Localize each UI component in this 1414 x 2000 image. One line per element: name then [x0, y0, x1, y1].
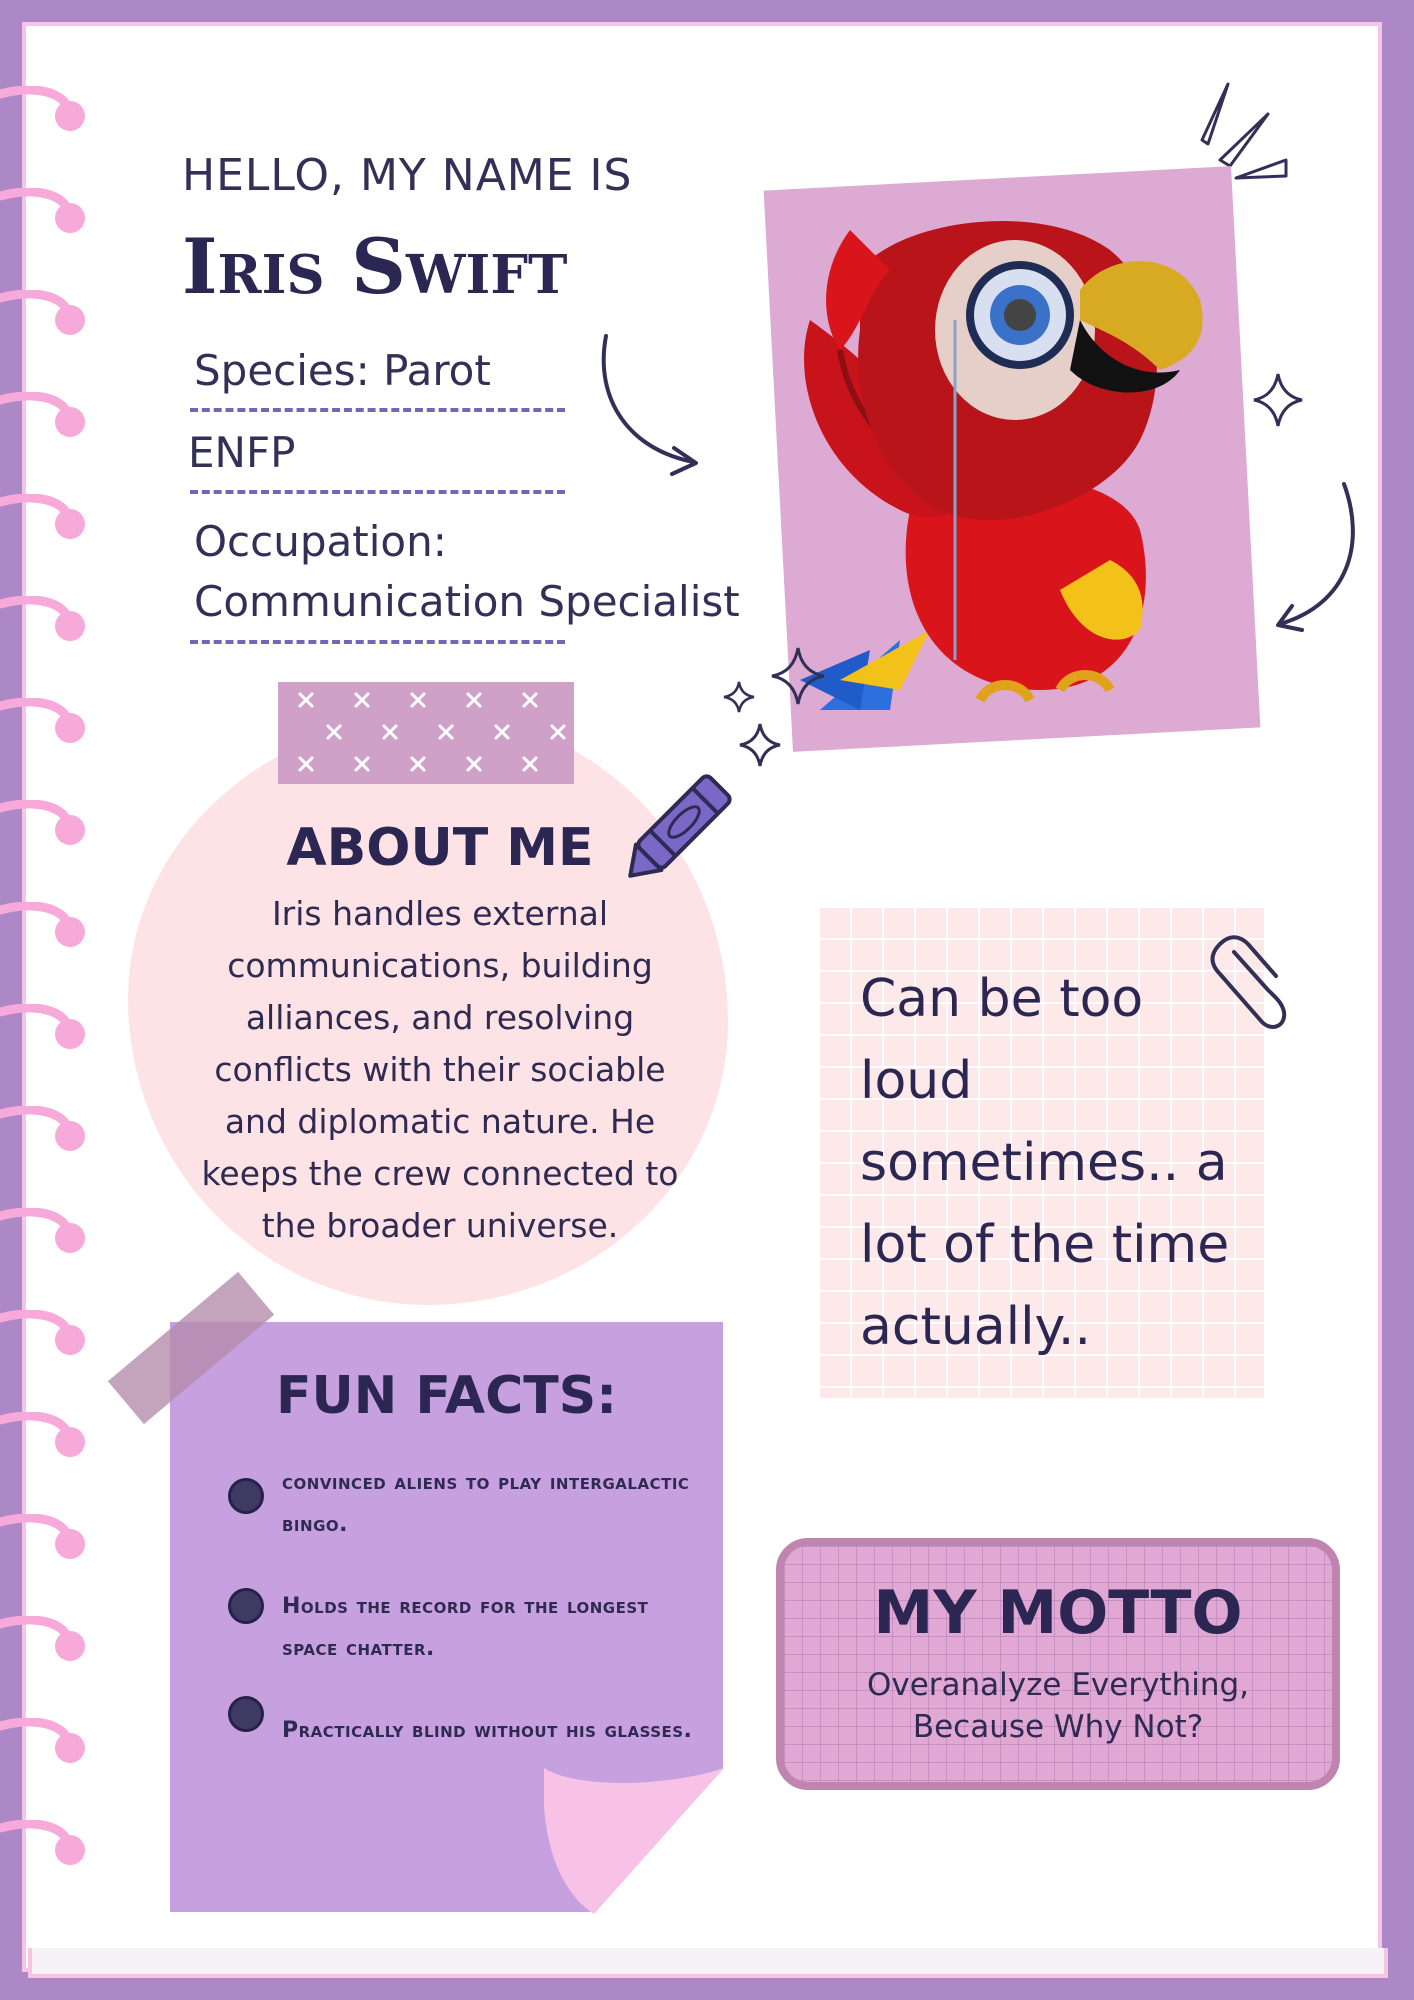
about-text: Iris handles external communications, bu…: [201, 894, 679, 1245]
spiral-ring-icon: [0, 494, 85, 539]
note-text: Can be too loud sometimes.. a lot of the…: [860, 969, 1230, 1357]
parrot-illustration: [800, 221, 1203, 710]
sparkle-icon: [1253, 373, 1303, 427]
spiral-ring-icon: [0, 902, 85, 947]
washi-tape: [278, 682, 574, 784]
spiral-ring-icon: [0, 1514, 85, 1559]
spiral-ring-icon: [0, 1310, 85, 1355]
fact-item: convinced aliens to play intergalactic b…: [282, 1470, 690, 1537]
bullet-icon: [228, 1588, 264, 1624]
fact-item: Practically blind without his glasses.: [282, 1718, 693, 1743]
spiral-ring-icon: [0, 188, 85, 233]
spiral-ring-icon: [0, 1820, 85, 1865]
spiral-ring-icon: [0, 392, 85, 437]
occupation-label: Occupation:: [194, 517, 447, 566]
curved-arrow-icon: [601, 334, 698, 476]
bullet-icon: [228, 1478, 264, 1514]
spiral-ring-icon: [0, 1718, 85, 1763]
spiral-ring-icon: [0, 698, 85, 743]
motto-line: Overanalyze Everything,: [866, 1667, 1250, 1703]
species-field: Species: Parot: [194, 346, 491, 395]
occupation-value: Communication Specialist: [194, 577, 740, 626]
page-curl: [544, 1768, 724, 1914]
motto-text: Overanalyze Everything, Because Why Not?: [776, 1664, 1340, 1748]
spiral-ring-icon: [0, 86, 85, 131]
curved-arrow-icon: [1276, 482, 1355, 632]
occupation-field: Occupation: Communication Specialist: [194, 512, 740, 632]
about-title: ABOUT ME: [286, 818, 594, 878]
page-edge: [28, 1948, 1388, 1978]
divider: [190, 490, 565, 494]
personality-field: ENFP: [188, 428, 296, 477]
spiral-ring-icon: [0, 1106, 85, 1151]
spiral-ring-icon: [0, 1208, 85, 1253]
spiral-ring-icon: [0, 1412, 85, 1457]
fact-item: Holds the record for the longest space c…: [282, 1594, 649, 1661]
fun-facts-title: FUN FACTS:: [275, 1366, 618, 1426]
greeting-text: HELLO, MY NAME IS: [182, 150, 633, 201]
tape-pattern: [298, 692, 566, 772]
divider: [190, 408, 565, 412]
spiral-ring-icon: [0, 596, 85, 641]
spiral-ring-icon: [0, 290, 85, 335]
divider: [190, 640, 565, 644]
profile-name: Iris Swift: [182, 222, 568, 311]
spiral-ring-icon: [0, 1004, 85, 1049]
motto-line: Because Why Not?: [912, 1709, 1204, 1745]
spiral-ring-icon: [0, 800, 85, 845]
spiral-ring-icon: [0, 1616, 85, 1661]
bullet-icon: [228, 1696, 264, 1732]
motto-title: MY MOTTO: [873, 1578, 1243, 1648]
sparkle-icon: [771, 647, 825, 705]
sparkle-icon: [723, 681, 755, 713]
